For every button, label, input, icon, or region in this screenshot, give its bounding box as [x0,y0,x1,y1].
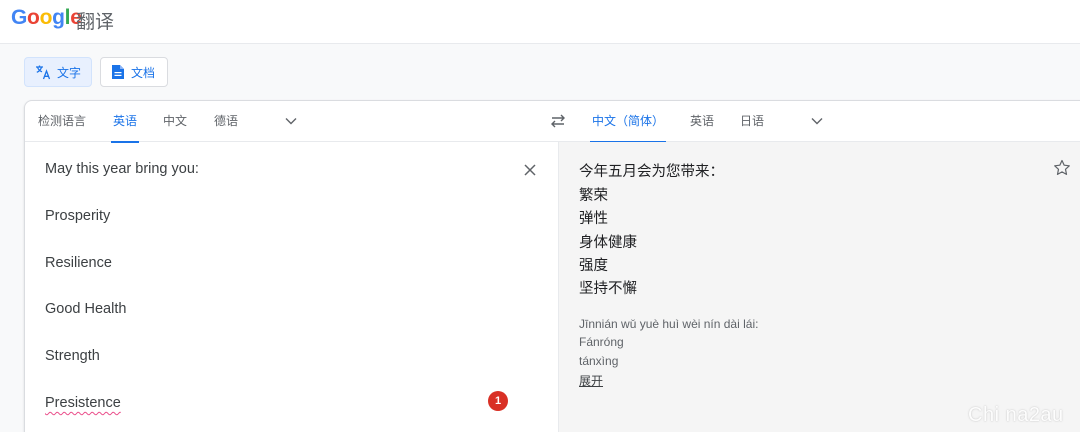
app-title: 翻译 [76,11,115,33]
text-mode-label: 文字 [57,65,82,80]
close-icon[interactable] [523,163,537,177]
star-icon[interactable] [1053,159,1071,177]
chevron-down-icon[interactable] [284,114,298,128]
tab-target-english[interactable]: 英语 [690,101,714,142]
source-line: Resilience [45,255,112,271]
translation-line: 身体健康 [579,235,637,251]
tab-source-chinese[interactable]: 中文 [163,101,187,142]
docs-mode-label: 文档 [131,65,156,80]
translate-icon [36,65,51,80]
tab-target-chinese-simplified[interactable]: 中文（简体） [589,101,667,143]
google-logo[interactable]: Google [11,6,82,30]
pinyin-line: Jīnnián wǔ yuè huì wèi nín dài lái: [579,317,759,331]
expand-link[interactable]: 展开 [579,372,603,389]
translation-line: 繁荣 [579,188,608,204]
translation-line: 强度 [579,258,608,274]
translation-line: 弹性 [579,211,608,227]
document-icon [112,65,124,79]
chevron-down-icon[interactable] [810,114,824,128]
logo-letter: o [39,6,53,29]
logo-letter: G [11,6,28,29]
source-line: Good Health [45,301,127,317]
language-bar: 检测语言 英语 中文 德语 中文（简体） 英语 日语 [25,101,1080,143]
translation-output: 今年五月会为您带来： 繁荣 弹性 身体健康 强度 坚持不懈 Jīnnián wǔ… [559,142,1080,432]
pinyin-line: Fánróng [579,335,624,349]
text-mode-button[interactable]: 文字 [24,57,92,87]
translation-line: 坚持不懈 [579,281,637,297]
tab-source-german[interactable]: 德语 [214,101,238,142]
error-count-badge[interactable]: 1 [488,391,508,411]
tab-detect-language[interactable]: 检测语言 [38,101,86,142]
logo-letter: o [27,6,40,29]
translate-card: 检测语言 英语 中文 德语 中文（简体） 英语 日语 May this year… [24,100,1080,432]
source-line: Strength [45,348,100,364]
source-line: May this year bring you: [45,161,199,177]
source-line: Prosperity [45,208,111,224]
misspelled-word[interactable]: Presistence [45,395,121,411]
tab-source-english[interactable]: 英语 [110,101,140,143]
translation-line: 今年五月会为您带来： [579,164,724,180]
docs-mode-button[interactable]: 文档 [100,57,168,87]
logo-letter: g [52,6,65,29]
tab-target-japanese[interactable]: 日语 [740,101,764,142]
swap-languages-icon[interactable] [549,113,567,129]
pinyin-line: tánxìng [579,354,619,368]
top-bar: Google 翻译 [0,0,1080,44]
watermark: Chi na2au [968,404,1064,426]
